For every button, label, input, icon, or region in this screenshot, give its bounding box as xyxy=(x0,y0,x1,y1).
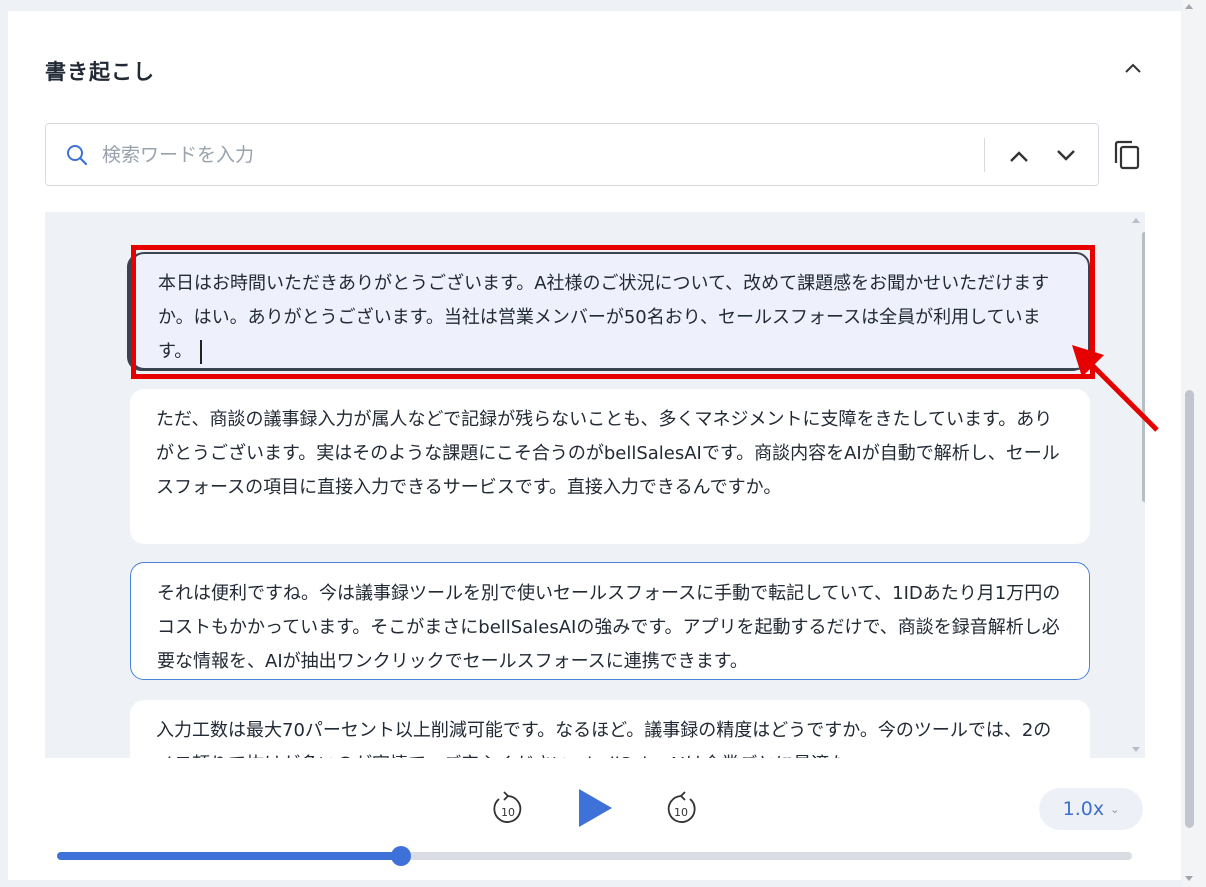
chevron-up-icon xyxy=(1010,151,1028,162)
progress-handle[interactable] xyxy=(391,846,411,866)
segment-text: 本日はお時間いただきありがとうございます。A社様のご状況について、改めて課題感を… xyxy=(158,273,1050,362)
search-input[interactable] xyxy=(102,138,962,172)
search-box xyxy=(45,123,1099,186)
transcript-segment[interactable]: ただ、商談の議事録入力が属人などで記録が残らないことも、多くマネジメントに支障を… xyxy=(130,389,1090,544)
progress-slider[interactable] xyxy=(57,846,1132,866)
play-button[interactable] xyxy=(575,786,615,830)
forward-seconds-label: 10 xyxy=(674,806,688,819)
transcript-scroll-thumb[interactable] xyxy=(1142,232,1145,502)
playback-speed-select[interactable]: 1.0x ⌄ xyxy=(1039,788,1143,830)
transcript-segment[interactable]: 入力工数は最大70パーセント以上削減可能です。なるほど。議事録の精度はどうですか… xyxy=(130,700,1090,758)
rewind-10-button[interactable]: 10 xyxy=(490,789,526,827)
page-scroll-down-arrow[interactable] xyxy=(1185,876,1193,881)
rewind-seconds-label: 10 xyxy=(501,806,515,819)
chevron-down-icon: ⌄ xyxy=(1110,802,1120,816)
copy-icon xyxy=(1114,140,1140,170)
transcript-segment-playing[interactable]: それは便利ですね。今は議事録ツールを別で使いセールスフォースに手動で転記していて… xyxy=(130,562,1090,680)
segment-text: 入力工数は最大70パーセント以上削減可能です。なるほど。議事録の精度はどうですか… xyxy=(156,720,1052,758)
chevron-up-icon xyxy=(1125,63,1141,73)
scroll-up-arrow[interactable] xyxy=(1132,218,1140,223)
speed-label: 1.0x xyxy=(1062,798,1105,820)
forward-10-button[interactable]: 10 xyxy=(663,789,699,827)
page-scroll-up-arrow[interactable] xyxy=(1185,4,1193,9)
copy-button[interactable] xyxy=(1112,139,1142,171)
segment-text: それは便利ですね。今は議事録ツールを別で使いセールスフォースに手動で転記していて… xyxy=(157,583,1061,672)
section-title: 書き起こし xyxy=(45,60,155,84)
transcript-scrollbar[interactable] xyxy=(1127,212,1145,758)
collapse-button[interactable] xyxy=(1119,54,1147,82)
progress-fill xyxy=(57,852,401,860)
segment-text: ただ、商談の議事録入力が属人などで記録が残らないことも、多くマネジメントに支障を… xyxy=(156,409,1060,498)
chevron-down-icon xyxy=(1057,150,1075,161)
search-divider xyxy=(984,138,985,172)
page-scroll-thumb[interactable] xyxy=(1185,390,1194,828)
transcript-list[interactable]: 本日はお時間いただきありがとうございます。A社様のご状況について、改めて課題感を… xyxy=(45,212,1145,758)
forward-10-icon: 10 xyxy=(667,791,696,823)
scroll-down-arrow[interactable] xyxy=(1132,747,1140,752)
next-match-button[interactable] xyxy=(1052,142,1080,170)
transcript-segment-active[interactable]: 本日はお時間いただきありがとうございます。A社様のご状況について、改めて課題感を… xyxy=(130,252,1090,370)
page-scrollbar[interactable] xyxy=(1182,0,1206,887)
previous-match-button[interactable] xyxy=(1005,142,1033,170)
text-cursor xyxy=(200,340,203,364)
play-icon xyxy=(579,789,612,827)
search-icon xyxy=(67,145,88,166)
rewind-10-icon: 10 xyxy=(493,791,522,823)
